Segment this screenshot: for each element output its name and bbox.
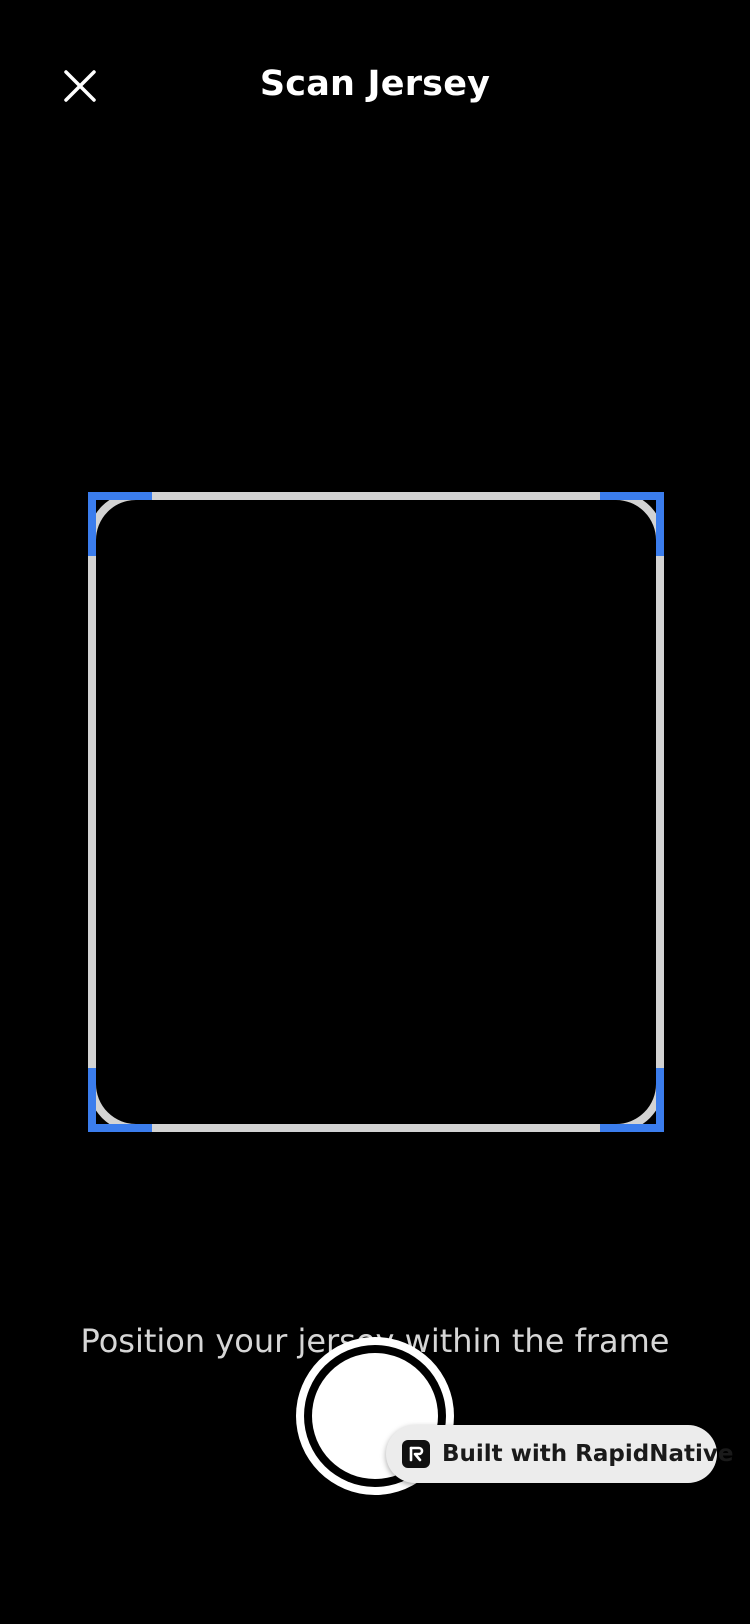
page-title: Scan Jersey (259, 64, 491, 104)
scan-corner-top-right (600, 492, 664, 556)
scan-frame-border (88, 492, 664, 1132)
badge-label: Built with RapidNative (442, 1441, 734, 1467)
scan-corner-bottom-right (600, 1068, 664, 1132)
scan-frame (88, 492, 664, 1132)
scan-jersey-screen: Scan Jersey Position your jersey within … (0, 0, 750, 1624)
scan-corner-top-left (88, 492, 152, 556)
scan-corner-bottom-left (88, 1068, 152, 1132)
built-with-badge[interactable]: Built with RapidNative (386, 1425, 733, 1483)
rapidnative-logo-icon (402, 1440, 430, 1468)
